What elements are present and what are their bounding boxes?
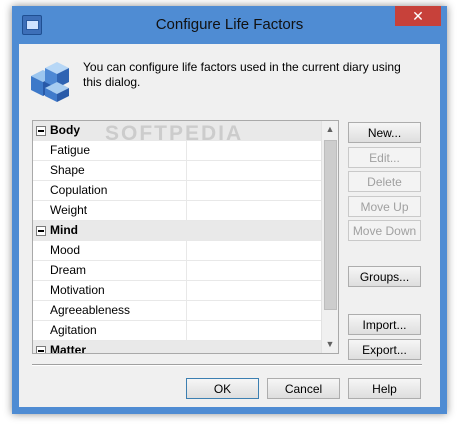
factor-row[interactable]: Motivation: [33, 281, 322, 301]
group-label: Mind: [50, 223, 78, 237]
name-cell: Mind: [33, 221, 186, 240]
name-cell: Motivation: [33, 281, 187, 300]
title-bar[interactable]: Configure Life Factors ✕: [12, 6, 447, 44]
ok-button[interactable]: OK: [186, 378, 259, 399]
factor-label: Dream: [50, 263, 87, 277]
window-title: Configure Life Factors: [155, 16, 304, 33]
scroll-down-arrow-icon[interactable]: ▼: [322, 336, 338, 353]
export-button[interactable]: Export...: [348, 339, 421, 360]
factor-row[interactable]: Weight: [33, 201, 322, 221]
collapse-icon[interactable]: [36, 126, 46, 136]
watermark: SOFTPEDIA: [105, 122, 244, 145]
factors-list[interactable]: Body Fatigue Shape Copulation Weight Mind Mood…: [32, 120, 339, 354]
move-up-button[interactable]: Move Up: [348, 196, 421, 217]
name-cell: Weight: [33, 201, 187, 220]
collapse-icon[interactable]: [36, 226, 46, 236]
import-button[interactable]: Import...: [348, 314, 421, 335]
name-cell: Copulation: [33, 181, 187, 200]
factor-label: Mood: [50, 243, 81, 257]
factor-label: Agitation: [50, 323, 97, 337]
factor-label: Agreeableness: [50, 303, 131, 317]
name-cell: Mood: [33, 241, 187, 260]
move-down-button[interactable]: Move Down: [348, 220, 421, 241]
vertical-scrollbar[interactable]: ▲ ▼: [321, 121, 338, 353]
factor-label: Shape: [50, 163, 85, 177]
dialog-body: You can configure life factors used in t…: [19, 44, 440, 407]
factors-rows: Body Fatigue Shape Copulation Weight Mind Mood…: [33, 121, 322, 354]
group-label: Body: [50, 123, 80, 137]
edit-button[interactable]: Edit...: [348, 147, 421, 168]
cubes-icon: [31, 62, 69, 102]
scroll-thumb[interactable]: [324, 140, 337, 310]
dialog-window: Configure Life Factors ✕ You can configu…: [12, 6, 447, 414]
factor-row[interactable]: Dream: [33, 261, 322, 281]
factor-label: Weight: [50, 203, 88, 217]
name-cell: Agreeableness: [33, 301, 187, 320]
close-button[interactable]: ✕: [395, 6, 441, 26]
separator: [32, 364, 422, 366]
delete-button[interactable]: Delete: [348, 171, 421, 192]
factor-row[interactable]: Mood: [33, 241, 322, 261]
factor-row[interactable]: Shape: [33, 161, 322, 181]
name-cell: Matter: [33, 341, 186, 354]
factor-row[interactable]: Agitation: [33, 321, 322, 341]
cancel-button[interactable]: Cancel: [267, 378, 340, 399]
factor-row[interactable]: Agreeableness: [33, 301, 322, 321]
factor-row[interactable]: Copulation: [33, 181, 322, 201]
group-row[interactable]: Mind: [33, 221, 322, 241]
factor-label: Copulation: [50, 183, 108, 197]
group-label: Matter: [50, 343, 87, 354]
collapse-icon[interactable]: [36, 346, 46, 353]
factor-label: Fatigue: [50, 143, 91, 157]
scroll-up-arrow-icon[interactable]: ▲: [322, 121, 338, 138]
new-button[interactable]: New...: [348, 122, 421, 143]
group-row[interactable]: Matter: [33, 341, 322, 354]
help-button[interactable]: Help: [348, 378, 421, 399]
factor-label: Motivation: [50, 283, 105, 297]
intro-text: You can configure life factors used in t…: [83, 60, 401, 89]
name-cell: Agitation: [33, 321, 187, 340]
name-cell: Shape: [33, 161, 187, 180]
groups-button[interactable]: Groups...: [348, 266, 421, 287]
name-cell: Dream: [33, 261, 187, 280]
